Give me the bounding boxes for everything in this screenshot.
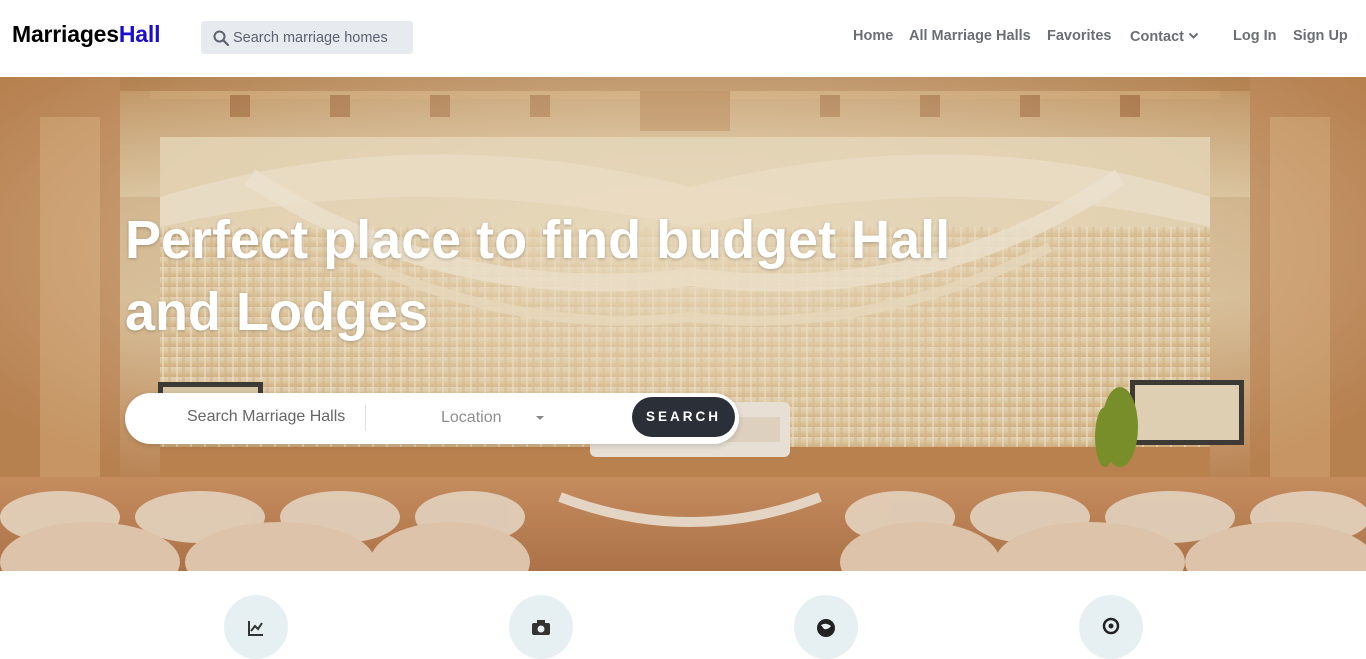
search-button[interactable]: SEARCH [632,397,735,437]
chart-icon [248,621,263,636]
hero-title: Perfect place to find budget Hall and Lo… [125,204,1025,348]
hall-search-input[interactable]: Search Marriage Halls [187,408,347,426]
nav-home-link[interactable]: Home [853,28,893,44]
caret-down-icon[interactable] [536,416,544,420]
nav-contact-dropdown[interactable]: Contact [1130,29,1184,45]
features-row [0,571,1366,659]
navbar: MarriagesHall Home All Marriage Halls Fa… [0,0,1366,77]
search-divider [365,405,366,431]
feature-circle-4 [1079,595,1143,659]
globe-icon [817,619,835,637]
nav-menu: Home All Marriage Halls Favorites Contac… [0,28,1366,48]
location-icon [1102,617,1120,635]
camera-icon [532,620,550,635]
nav-favorites-link[interactable]: Favorites [1047,28,1111,44]
location-select[interactable]: Location [441,409,502,427]
login-link[interactable]: Log In [1233,28,1277,44]
hero-search-bar: Search Marriage Halls Location SEARCH [125,393,739,444]
signup-link[interactable]: Sign Up [1293,28,1348,44]
feature-circle-2 [509,595,573,659]
chevron-down-icon[interactable] [1188,30,1199,41]
hero-banner: Perfect place to find budget Hall and Lo… [0,77,1366,571]
feature-circle-3 [794,595,858,659]
hero-title-line-1: Perfect place to find budget Hall [125,210,951,270]
hero-title-line-2: and Lodges [125,282,429,342]
nav-all-halls-link[interactable]: All Marriage Halls [909,28,1031,44]
feature-circle-1 [224,595,288,659]
